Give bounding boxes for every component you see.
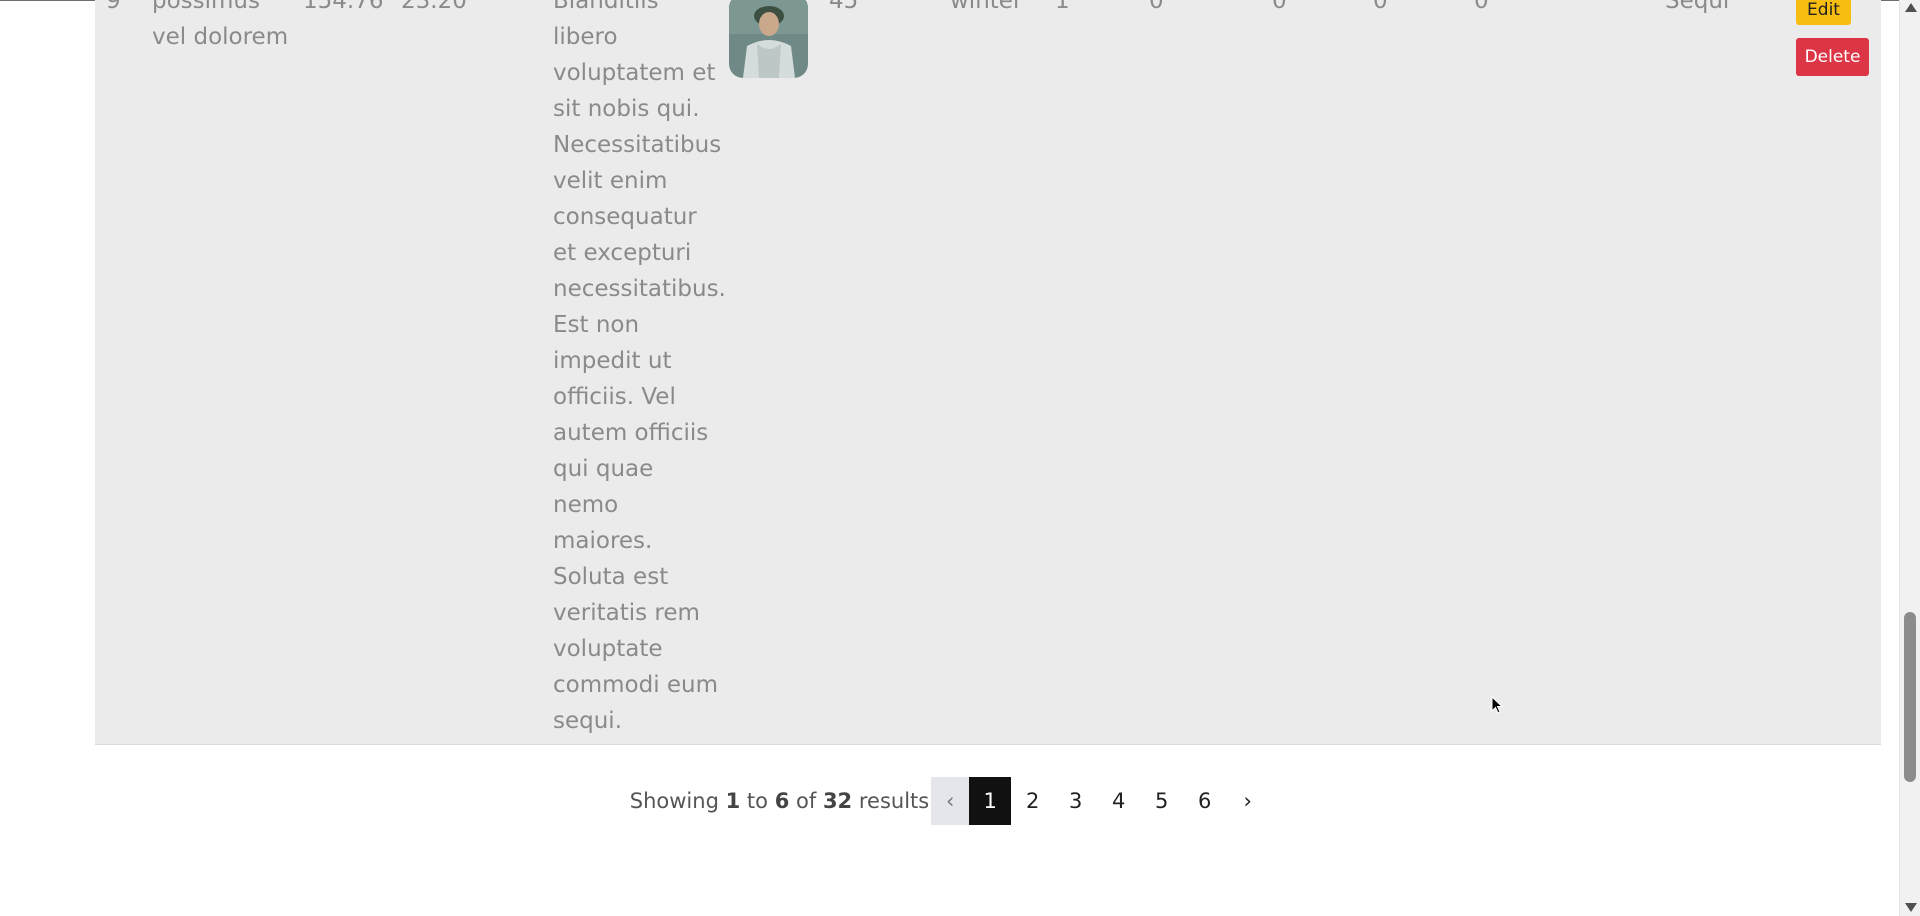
page-button-4[interactable]: 4 — [1097, 777, 1140, 825]
to-label: to — [746, 789, 768, 813]
vertical-scrollbar[interactable] — [1899, 0, 1920, 916]
of-label: of — [796, 789, 817, 813]
flag-value: 0 — [1272, 0, 1287, 14]
table-row: 9 possimus vel dolorem 154.76 23.20 Blan… — [95, 0, 1881, 745]
product-stock: 45 — [829, 0, 859, 14]
scroll-down-icon[interactable] — [1905, 903, 1917, 912]
mouse-pointer-icon — [1491, 696, 1504, 714]
flag-value: 0 — [1149, 0, 1164, 14]
product-thumbnail — [729, 0, 808, 78]
product-description: Blanditiis libero voluptatem et sit nobi… — [553, 0, 726, 734]
page-button-1[interactable]: 1 — [969, 777, 1012, 825]
scroll-up-icon[interactable] — [1905, 3, 1917, 12]
flag-value: 0 — [1373, 0, 1388, 14]
row-id: 9 — [106, 0, 121, 14]
page-button-2[interactable]: 2 — [1011, 777, 1054, 825]
page-button-3[interactable]: 3 — [1054, 777, 1097, 825]
delete-button[interactable]: Delete — [1796, 38, 1869, 76]
edit-button[interactable]: Edit — [1796, 0, 1851, 25]
scrollbar-thumb[interactable] — [1904, 612, 1916, 782]
showing-label: Showing — [629, 789, 719, 813]
pagination: Showing 1 to 6 of 32 results ‹ 1 2 3 4 5… — [0, 777, 1899, 825]
results-total: 32 — [822, 789, 853, 813]
product-photo — [729, 0, 808, 78]
product-price: 154.76 — [303, 0, 384, 14]
product-tag: Sequi — [1665, 0, 1730, 14]
product-name: possimus vel dolorem — [152, 0, 289, 50]
page-button-6[interactable]: 6 — [1183, 777, 1226, 825]
product-season: winter — [950, 0, 1023, 14]
product-discount: 23.20 — [401, 0, 467, 14]
page-button-5[interactable]: 5 — [1140, 777, 1183, 825]
flag-value: 0 — [1474, 0, 1489, 14]
results-from: 1 — [725, 789, 741, 813]
results-summary: Showing 1 to 6 of 32 results — [630, 789, 929, 813]
next-page-button[interactable]: › — [1226, 777, 1269, 825]
previous-page-button[interactable]: ‹ — [931, 777, 970, 825]
flag-value: 1 — [1055, 0, 1070, 14]
results-to: 6 — [774, 789, 790, 813]
results-label: results — [858, 789, 930, 813]
